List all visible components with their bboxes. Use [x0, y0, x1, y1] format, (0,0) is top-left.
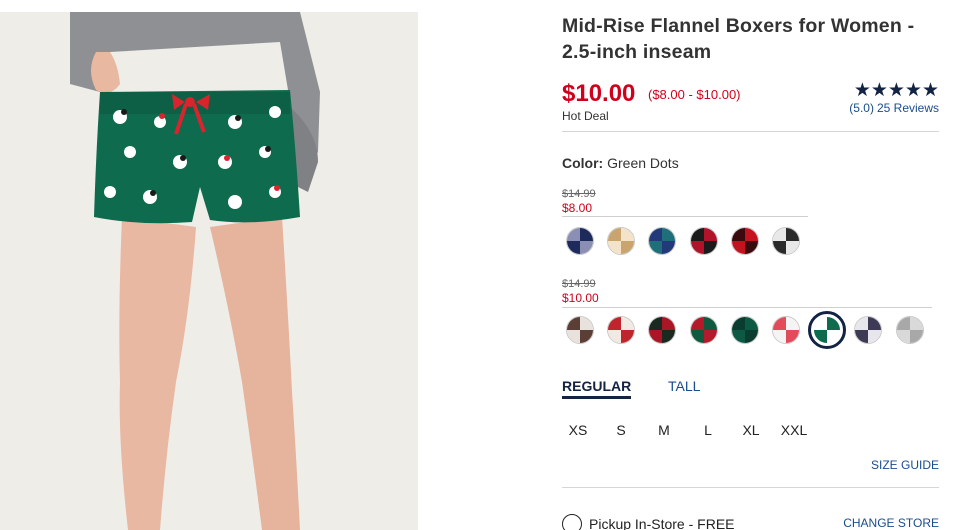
tab-tall[interactable]: TALL: [668, 378, 700, 394]
swatch-pattern: [649, 228, 676, 254]
review-count[interactable]: 25 Reviews: [877, 101, 939, 115]
product-image[interactable]: [0, 12, 418, 530]
swatch-pattern: [731, 317, 758, 343]
swatch-group-divider: [562, 216, 808, 217]
swatch-pattern: [814, 317, 841, 343]
swatch-group-divider: [562, 307, 932, 308]
sale-price: $10.00: [562, 291, 599, 305]
size-option-l[interactable]: L: [690, 422, 726, 438]
color-swatch-green-tartan[interactable]: [689, 316, 718, 344]
swatch-pattern: [896, 317, 923, 343]
color-swatch-dog-print[interactable]: [566, 316, 594, 344]
size-option-xs[interactable]: XS: [560, 422, 596, 438]
pickup-radio[interactable]: [562, 514, 582, 530]
color-swatch-green-check[interactable]: [730, 316, 759, 344]
price-range: ($8.00 - $10.00): [648, 87, 741, 102]
swatch-pattern: [608, 228, 635, 254]
sale-price: $8.00: [562, 201, 593, 215]
change-store-link[interactable]: CHANGE STORE: [843, 516, 939, 530]
swatch-pattern: [649, 317, 676, 343]
size-guide-link[interactable]: SIZE GUIDE: [871, 458, 939, 472]
color-swatch-polar-bear[interactable]: [854, 316, 883, 344]
color-swatch-santa-print[interactable]: [607, 316, 636, 344]
swatch-pattern: [690, 228, 717, 254]
rating-score: (5.0): [849, 101, 874, 115]
original-price: $14.99: [562, 278, 596, 290]
divider: [562, 131, 939, 132]
rating-block[interactable]: ★★★★★ (5.0) 25 Reviews: [846, 80, 939, 115]
color-swatch-green-dots[interactable]: [808, 311, 847, 349]
current-price: $10.00: [562, 80, 636, 107]
size-option-s[interactable]: S: [603, 422, 639, 438]
swatch-pattern: [773, 317, 799, 343]
color-swatch-leopard[interactable]: [607, 227, 636, 255]
color-swatch-multi-dots[interactable]: [772, 316, 800, 344]
swatch-pattern: [773, 228, 799, 254]
color-value: Green Dots: [607, 155, 679, 171]
swatch-pattern: [567, 228, 593, 254]
reviews-link[interactable]: (5.0) 25 Reviews: [846, 101, 939, 115]
size-option-xxl[interactable]: XXL: [776, 422, 812, 438]
swatch-pattern: [608, 317, 635, 343]
product-title: Mid-Rise Flannel Boxers for Women - 2.5-…: [562, 15, 915, 63]
divider: [562, 487, 939, 488]
color-swatch-black-white-check[interactable]: [772, 227, 800, 255]
color-swatch-grey-print[interactable]: [895, 316, 924, 344]
swatch-pattern: [855, 317, 882, 343]
star-rating-icon: ★★★★★: [853, 80, 939, 101]
swatch-pattern: [567, 317, 593, 343]
product-photo-illustration: [0, 12, 418, 530]
color-swatch-red-buffalo-check[interactable]: [730, 227, 759, 255]
size-option-m[interactable]: M: [646, 422, 682, 438]
hot-deal-label: Hot Deal: [562, 109, 609, 123]
color-label: Color:: [562, 155, 604, 171]
color-swatch-red-tartan[interactable]: [648, 316, 677, 344]
pickup-option[interactable]: Pickup In-Store - FREE: [562, 514, 735, 530]
swatch-pattern: [731, 228, 758, 254]
color-swatch-blue-teal-plaid[interactable]: [648, 227, 677, 255]
color-swatch-navy-plaid[interactable]: [566, 227, 594, 255]
original-price: $14.99: [562, 188, 596, 200]
pickup-label: Pickup In-Store - FREE: [589, 516, 735, 530]
swatch-pattern: [690, 317, 717, 343]
size-option-xl[interactable]: XL: [733, 422, 769, 438]
color-selection: Color: Green Dots: [562, 155, 679, 171]
tab-regular[interactable]: REGULAR: [562, 378, 632, 399]
color-swatch-red-black-plaid[interactable]: [689, 227, 718, 255]
